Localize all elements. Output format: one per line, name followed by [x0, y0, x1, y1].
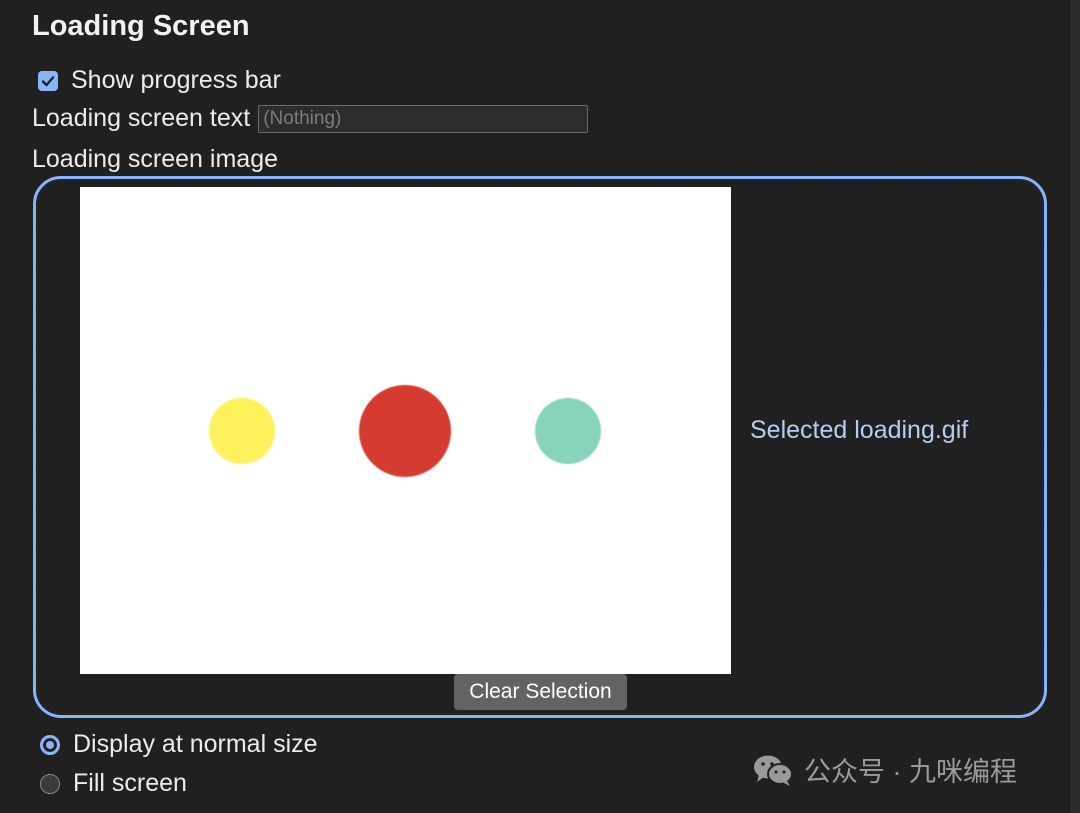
loading-text-label: Loading screen text [32, 104, 251, 132]
display-normal-size-option[interactable]: Display at normal size [40, 730, 318, 759]
show-progress-bar-label: Show progress bar [71, 66, 281, 94]
loading-text-row: Loading screen text [32, 104, 589, 133]
fill-screen-radio[interactable] [40, 773, 60, 794]
loading-screen-settings-panel: Loading Screen Show progress bar Loading… [0, 0, 1080, 813]
preview-dot-yellow [209, 398, 275, 464]
preview-dot-red [359, 385, 451, 477]
display-normal-size-label: Display at normal size [73, 730, 318, 758]
loading-text-input[interactable] [258, 104, 589, 133]
panel-scroll-edge [1070, 0, 1080, 813]
display-normal-size-radio[interactable] [40, 734, 60, 755]
clear-selection-button[interactable]: Clear Selection [454, 674, 627, 710]
section-title: Loading Screen [32, 10, 250, 42]
show-progress-bar-row[interactable]: Show progress bar [38, 66, 281, 95]
fill-screen-label: Fill screen [73, 769, 187, 797]
show-progress-bar-checkbox[interactable] [38, 70, 58, 91]
wechat-icon [754, 755, 793, 786]
fill-screen-option[interactable]: Fill screen [40, 769, 187, 798]
watermark-text: 公众号 · 九咪编程 [804, 757, 1017, 787]
loading-image-dropzone[interactable]: Selected loading.gif Clear Selection [33, 176, 1047, 718]
checkmark-icon [41, 75, 55, 86]
watermark: 公众号 · 九咪编程 [752, 750, 1017, 789]
loading-image-label: Loading screen image [32, 145, 278, 173]
loading-image-preview [80, 187, 731, 674]
selected-file-text: Selected loading.gif [750, 416, 969, 444]
preview-dot-teal [535, 398, 601, 464]
